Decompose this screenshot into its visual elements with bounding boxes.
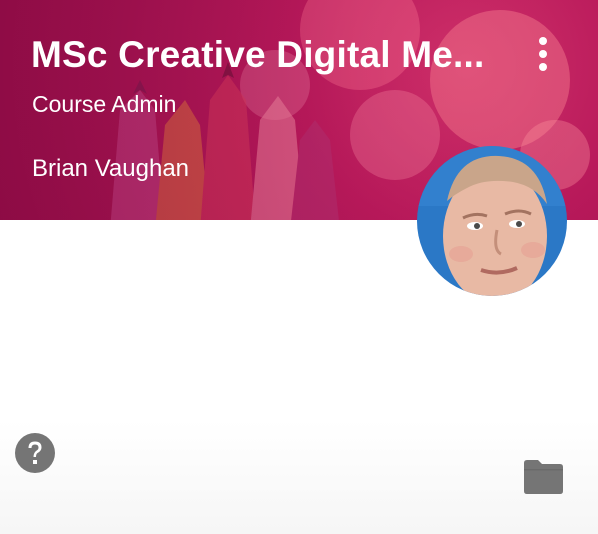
teacher-name[interactable]: Brian Vaughan (32, 155, 189, 183)
course-title[interactable]: MSc Creative Digital Me... (31, 34, 501, 76)
more-options-button[interactable] (528, 34, 558, 74)
card-footer (0, 420, 598, 534)
teacher-avatar (417, 146, 567, 296)
course-section: Course Admin (32, 91, 177, 117)
help-icon (15, 433, 55, 473)
more-vert-icon (539, 50, 547, 58)
open-folder-button[interactable] (522, 459, 564, 495)
help-button[interactable] (15, 433, 55, 473)
avatar-photo (417, 146, 567, 296)
folder-icon (524, 460, 563, 494)
more-vert-icon (539, 63, 547, 71)
course-card[interactable]: MSc Creative Digital Me... Course Admin … (0, 0, 598, 534)
more-vert-icon (539, 37, 547, 45)
